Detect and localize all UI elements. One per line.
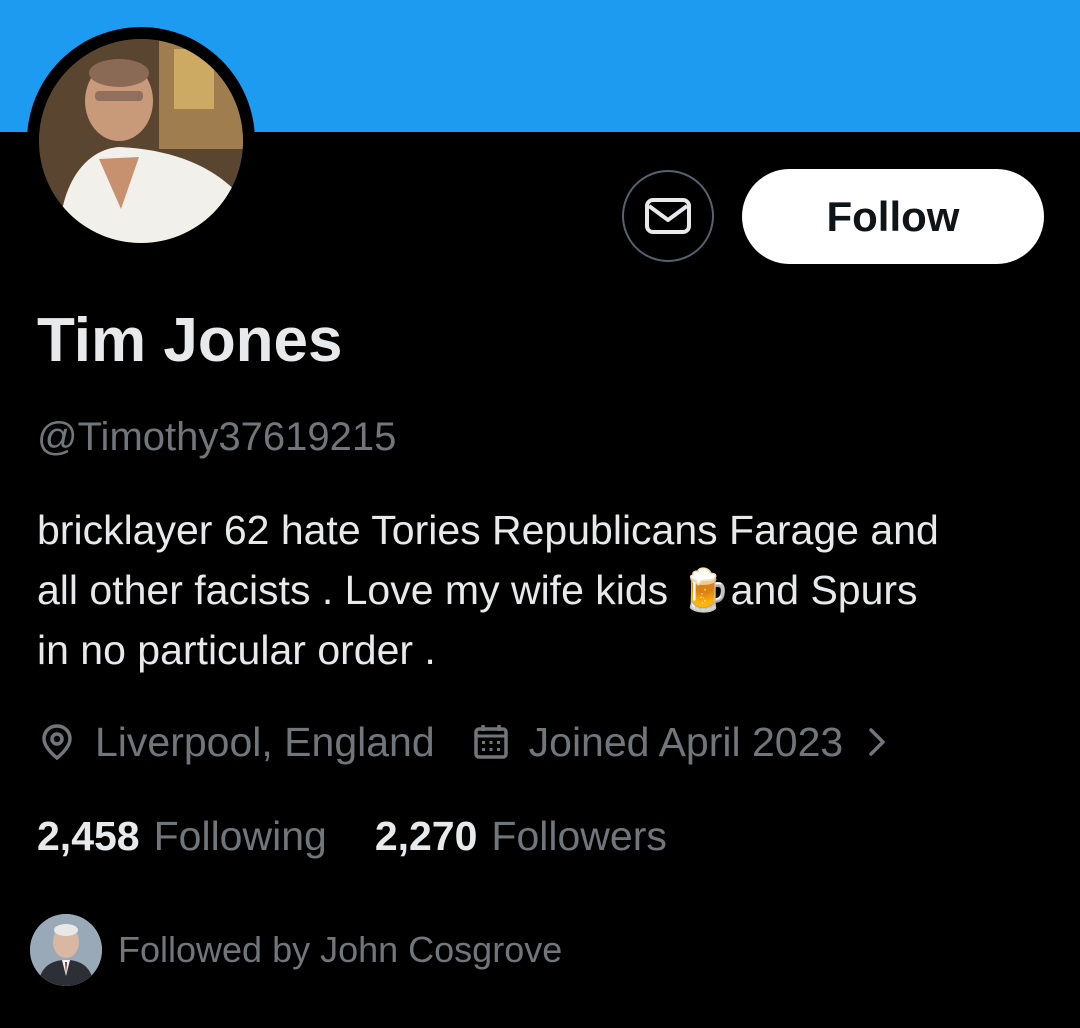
- joined-text: Joined April 2023: [528, 718, 844, 765]
- follower-avatar[interactable]: [30, 914, 102, 986]
- bio-line-text: all other facists . Love my wife kids: [37, 567, 680, 613]
- following-count: 2,458: [37, 812, 140, 859]
- profile-joined[interactable]: Joined April 2023: [471, 719, 892, 766]
- bio-line-text: and Spurs: [730, 567, 918, 613]
- profile-avatar[interactable]: [39, 39, 243, 243]
- profile-name: Tim Jones: [37, 306, 343, 375]
- following-link[interactable]: 2,458 Following: [37, 813, 327, 860]
- profile-bio: bricklayer 62 hate Tories Republicans Fa…: [37, 500, 1047, 680]
- bio-line: bricklayer 62 hate Tories Republicans Fa…: [37, 507, 939, 553]
- followed-by-row[interactable]: Followed by John Cosgrove: [30, 913, 562, 987]
- message-button[interactable]: [622, 170, 714, 262]
- profile-avatar-frame[interactable]: [27, 27, 255, 255]
- follow-button[interactable]: Follow: [742, 169, 1044, 264]
- avatar-photo-icon: [39, 39, 243, 243]
- beer-emoji: 🍺: [679, 567, 731, 613]
- profile-location: Liverpool, England: [37, 719, 435, 766]
- profile-meta: Liverpool, England Joined April 2023: [37, 714, 891, 770]
- calendar-icon: [471, 722, 511, 762]
- chevron-right-icon[interactable]: [865, 722, 891, 762]
- profile-stats: 2,458 Following 2,270 Followers: [37, 808, 715, 864]
- followers-link[interactable]: 2,270 Followers: [375, 813, 667, 860]
- follower-photo-icon: [30, 914, 102, 986]
- profile-handle: @Timothy37619215: [37, 415, 397, 459]
- profile-page: Follow Tim Jones @Timothy37619215 brickl…: [0, 0, 1080, 1028]
- envelope-icon: [645, 198, 691, 234]
- followers-count: 2,270: [374, 812, 478, 859]
- following-label: Following: [153, 812, 327, 859]
- location-text: Liverpool, England: [95, 718, 435, 765]
- location-pin-icon: [37, 722, 77, 762]
- bio-line: in no particular order .: [37, 627, 436, 673]
- followers-label: Followers: [491, 812, 667, 859]
- bio-line: all other facists . Love my wife kids 🍺a…: [37, 560, 1047, 620]
- followed-by-text: Followed by John Cosgrove: [118, 929, 563, 970]
